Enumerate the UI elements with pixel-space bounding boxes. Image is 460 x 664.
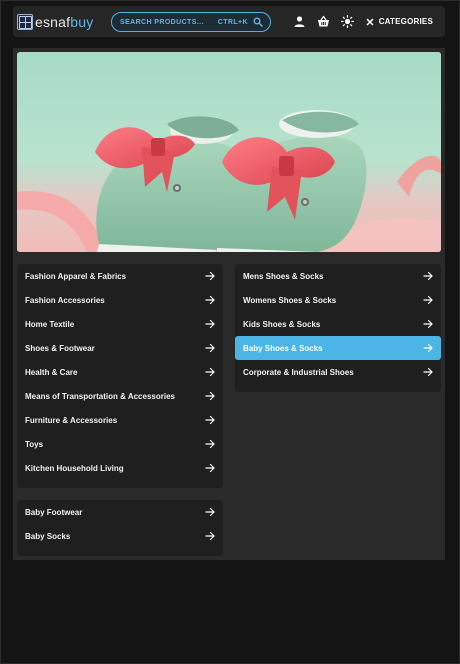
category-label: Health & Care <box>25 367 78 377</box>
arrow-right-icon <box>205 295 215 305</box>
main-category-item[interactable]: Shoes & Footwear <box>17 336 223 360</box>
category-label: Mens Shoes & Socks <box>243 271 324 281</box>
arrow-right-icon <box>205 439 215 449</box>
search-shortcut: CTRL+K <box>217 18 248 26</box>
leaf-category-item[interactable]: Baby Socks <box>17 524 223 548</box>
arrow-right-icon <box>423 319 433 329</box>
main-category-item[interactable]: Furniture & Accessories <box>17 408 223 432</box>
arrow-right-icon <box>205 415 215 425</box>
categories-toggle-button[interactable]: CATEGORIES <box>366 14 433 29</box>
sub-categories-list: Mens Shoes & Socks Womens Shoes & Socks Ki… <box>235 264 441 392</box>
main-category-item[interactable]: Toys <box>17 432 223 456</box>
search-icon <box>253 17 263 27</box>
logo-mark-icon <box>17 14 33 30</box>
arrow-right-icon <box>205 507 215 517</box>
arrow-right-icon <box>205 463 215 473</box>
categories-mega-menu: Fashion Apparel & Fabrics Fashion Accesso… <box>13 48 445 560</box>
category-label: Kids Shoes & Socks <box>243 319 321 329</box>
leaf-categories-list: Baby Footwear Baby Socks <box>17 500 223 556</box>
category-label: Baby Shoes & Socks <box>243 343 323 353</box>
category-label: Furniture & Accessories <box>25 415 118 425</box>
main-category-item[interactable]: Kitchen Household Living <box>17 456 223 480</box>
categories-label: CATEGORIES <box>378 17 433 26</box>
sub-category-item[interactable]: Womens Shoes & Socks <box>235 288 441 312</box>
sub-category-item[interactable]: Corporate & Industrial Shoes <box>235 360 441 384</box>
category-label: Toys <box>25 439 44 449</box>
search-placeholder: SEARCH PRODUCTS... <box>120 18 204 26</box>
category-label: Home Textile <box>25 319 75 329</box>
category-label: Baby Socks <box>25 531 71 541</box>
search-box[interactable]: SEARCH PRODUCTS... CTRL+K <box>111 12 271 32</box>
category-label: Corporate & Industrial Shoes <box>243 367 354 377</box>
arrow-right-icon <box>205 343 215 353</box>
category-label: Womens Shoes & Socks <box>243 295 337 305</box>
main-categories-list: Fashion Apparel & Fabrics Fashion Accesso… <box>17 264 223 488</box>
close-icon <box>366 17 374 26</box>
sub-category-item[interactable]: Kids Shoes & Socks <box>235 312 441 336</box>
arrow-right-icon <box>205 271 215 281</box>
category-banner-image <box>17 52 441 252</box>
top-navbar: esnafbuy SEARCH PRODUCTS... CTRL+K CATEG… <box>13 6 445 37</box>
category-label: Shoes & Footwear <box>25 343 95 353</box>
logo[interactable]: esnafbuy <box>17 14 93 30</box>
arrow-right-icon <box>423 367 433 377</box>
main-category-item[interactable]: Health & Care <box>17 360 223 384</box>
arrow-right-icon <box>423 295 433 305</box>
main-category-item[interactable]: Means of Transportation & Accessories <box>17 384 223 408</box>
theme-toggle-sun-icon[interactable] <box>341 15 354 28</box>
category-label: Baby Footwear <box>25 507 83 517</box>
user-icon[interactable] <box>293 15 306 28</box>
category-label: Fashion Accessories <box>25 295 105 305</box>
arrow-right-icon <box>205 531 215 541</box>
category-label: Means of Transportation & Accessories <box>25 391 175 401</box>
arrow-right-icon <box>205 391 215 401</box>
sub-category-item[interactable]: Mens Shoes & Socks <box>235 264 441 288</box>
arrow-right-icon <box>205 367 215 377</box>
sub-category-item[interactable]: Baby Shoes & Socks <box>235 336 441 360</box>
arrow-right-icon <box>205 319 215 329</box>
basket-icon[interactable] <box>317 15 330 28</box>
category-label: Kitchen Household Living <box>25 463 124 473</box>
main-category-item[interactable]: Fashion Apparel & Fabrics <box>17 264 223 288</box>
arrow-right-icon <box>423 343 433 353</box>
main-category-item[interactable]: Home Textile <box>17 312 223 336</box>
logo-text: esnafbuy <box>35 14 94 30</box>
arrow-right-icon <box>423 271 433 281</box>
leaf-category-item[interactable]: Baby Footwear <box>17 500 223 524</box>
main-category-item[interactable]: Fashion Accessories <box>17 288 223 312</box>
category-label: Fashion Apparel & Fabrics <box>25 271 127 281</box>
